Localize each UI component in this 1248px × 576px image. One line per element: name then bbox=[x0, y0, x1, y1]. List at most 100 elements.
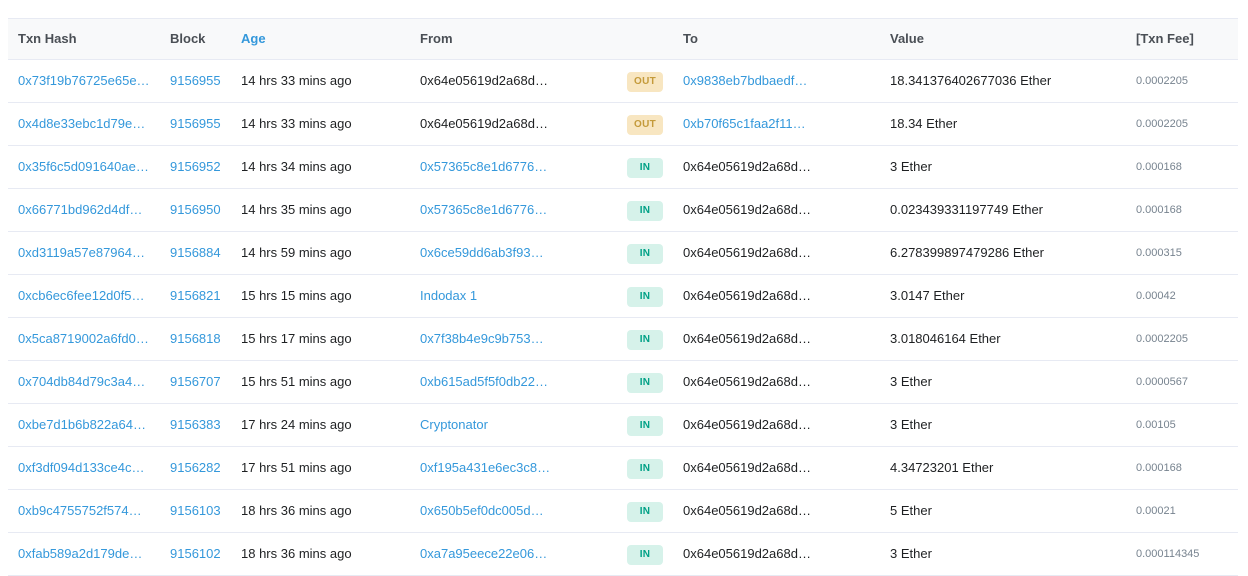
txn-fee-text: 0.000315 bbox=[1136, 247, 1182, 259]
table-row: 0xcb6ec6fee12d0f5… 9156821 15 hrs 15 mins … bbox=[8, 275, 1238, 318]
txn-hash-link[interactable]: 0xfab589a2d179de… bbox=[18, 533, 142, 575]
txn-fee-text: 0.0000567 bbox=[1136, 376, 1188, 388]
to-address: 0x64e05619d2a68d… bbox=[683, 288, 811, 303]
txn-hash-link[interactable]: 0x66771bd962d4df… bbox=[18, 189, 142, 231]
txn-fee-text: 0.000168 bbox=[1136, 161, 1182, 173]
txn-hash-link[interactable]: 0xb9c4755752f574… bbox=[18, 490, 142, 532]
age-text: 15 hrs 17 mins ago bbox=[241, 331, 352, 346]
table-row: 0xbe7d1b6b822a64… 9156383 17 hrs 24 mins a… bbox=[8, 404, 1238, 447]
header-age-toggle[interactable]: Age bbox=[241, 19, 266, 59]
txn-fee-text: 0.000114345 bbox=[1136, 548, 1200, 560]
direction-badge: IN bbox=[627, 416, 663, 436]
txn-hash-link[interactable]: 0xd3119a57e87964… bbox=[18, 232, 145, 274]
table-row: 0xf3df094d133ce4c… 9156282 17 hrs 51 mins … bbox=[8, 447, 1238, 490]
age-text: 18 hrs 36 mins ago bbox=[241, 546, 352, 561]
to-address: 0x64e05619d2a68d… bbox=[683, 159, 811, 174]
txn-fee-text: 0.000168 bbox=[1136, 462, 1182, 474]
block-link[interactable]: 9156103 bbox=[170, 490, 221, 532]
direction-badge: IN bbox=[627, 459, 663, 479]
to-address: 0x64e05619d2a68d… bbox=[683, 202, 811, 217]
value-text: 3 Ether bbox=[890, 546, 932, 561]
header-from: From bbox=[420, 31, 453, 46]
from-address: 0x64e05619d2a68d… bbox=[420, 116, 548, 131]
block-link[interactable]: 9156950 bbox=[170, 189, 221, 231]
block-link[interactable]: 9156102 bbox=[170, 533, 221, 575]
txn-fee-text: 0.00021 bbox=[1136, 505, 1176, 517]
to-address: 0x64e05619d2a68d… bbox=[683, 374, 811, 389]
table-row: 0xd3119a57e87964… 9156884 14 hrs 59 mins a… bbox=[8, 232, 1238, 275]
from-address-link[interactable]: 0xb615ad5f5f0db22… bbox=[420, 361, 548, 403]
txn-hash-link[interactable]: 0xbe7d1b6b822a64… bbox=[18, 404, 146, 446]
value-text: 6.278399897479286 Ether bbox=[890, 245, 1044, 260]
direction-badge: IN bbox=[627, 373, 663, 393]
from-address-link[interactable]: Indodax 1 bbox=[420, 275, 477, 317]
age-text: 15 hrs 51 mins ago bbox=[241, 374, 352, 389]
block-link[interactable]: 9156821 bbox=[170, 275, 221, 317]
from-address-link[interactable]: 0xf195a431e6ec3c8… bbox=[420, 447, 550, 489]
age-text: 14 hrs 59 mins ago bbox=[241, 245, 352, 260]
from-address-link[interactable]: 0x650b5ef0dc005d… bbox=[420, 490, 544, 532]
value-text: 3 Ether bbox=[890, 417, 932, 432]
block-link[interactable]: 9156952 bbox=[170, 146, 221, 188]
table-row: 0x4d8e33ebc1d79e… 9156955 14 hrs 33 mins a… bbox=[8, 103, 1238, 146]
table-row: 0x35f6c5d091640ae… 9156952 14 hrs 34 mins … bbox=[8, 146, 1238, 189]
to-address-link[interactable]: 0x9838eb7bdbaedf… bbox=[683, 60, 807, 102]
txn-hash-link[interactable]: 0x704db84d79c3a4… bbox=[18, 361, 145, 403]
txn-hash-link[interactable]: 0xf3df094d133ce4c… bbox=[18, 447, 144, 489]
to-address: 0x64e05619d2a68d… bbox=[683, 331, 811, 346]
txn-fee-text: 0.000168 bbox=[1136, 204, 1182, 216]
value-text: 5 Ether bbox=[890, 503, 932, 518]
block-link[interactable]: 9156955 bbox=[170, 60, 221, 102]
value-text: 3 Ether bbox=[890, 159, 932, 174]
txn-hash-link[interactable]: 0x5ca8719002a6fd0… bbox=[18, 318, 149, 360]
header-value: Value bbox=[890, 31, 924, 46]
from-address-link[interactable]: 0x7f38b4e9c9b753… bbox=[420, 318, 544, 360]
header-txn-fee: [Txn Fee] bbox=[1136, 31, 1194, 46]
txn-fee-text: 0.0002205 bbox=[1136, 118, 1188, 130]
header-block: Block bbox=[170, 31, 206, 46]
direction-badge: OUT bbox=[627, 72, 663, 92]
value-text: 18.341376402677036 Ether bbox=[890, 73, 1052, 88]
from-address-link[interactable]: 0x57365c8e1d6776… bbox=[420, 146, 547, 188]
block-link[interactable]: 9156707 bbox=[170, 361, 221, 403]
to-address: 0x64e05619d2a68d… bbox=[683, 460, 811, 475]
block-link[interactable]: 9156818 bbox=[170, 318, 221, 360]
direction-badge: OUT bbox=[627, 115, 663, 135]
direction-badge: IN bbox=[627, 502, 663, 522]
transactions-table: Txn Hash Block Age From To Value [Txn Fe… bbox=[8, 18, 1238, 576]
age-text: 14 hrs 33 mins ago bbox=[241, 116, 352, 131]
txn-hash-link[interactable]: 0x73f19b76725e65e… bbox=[18, 60, 150, 102]
txn-fee-text: 0.0002205 bbox=[1136, 75, 1188, 87]
to-address: 0x64e05619d2a68d… bbox=[683, 245, 811, 260]
block-link[interactable]: 9156884 bbox=[170, 232, 221, 274]
txn-fee-text: 0.00042 bbox=[1136, 290, 1176, 302]
header-txn-hash: Txn Hash bbox=[18, 31, 77, 46]
table-row: 0x704db84d79c3a4… 9156707 15 hrs 51 mins a… bbox=[8, 361, 1238, 404]
txn-fee-text: 0.0002205 bbox=[1136, 333, 1188, 345]
value-text: 18.34 Ether bbox=[890, 116, 958, 131]
table-row: 0xfab589a2d179de… 9156102 18 hrs 36 mins a… bbox=[8, 533, 1238, 576]
txn-hash-link[interactable]: 0xcb6ec6fee12d0f5… bbox=[18, 275, 144, 317]
value-text: 3.018046164 Ether bbox=[890, 331, 1001, 346]
txn-hash-link[interactable]: 0x4d8e33ebc1d79e… bbox=[18, 103, 145, 145]
to-address-link[interactable]: 0xb70f65c1faa2f11… bbox=[683, 103, 806, 145]
table-header: Txn Hash Block Age From To Value [Txn Fe… bbox=[8, 19, 1238, 60]
direction-badge: IN bbox=[627, 244, 663, 264]
value-text: 3.0147 Ether bbox=[890, 288, 965, 303]
txn-hash-link[interactable]: 0x35f6c5d091640ae… bbox=[18, 146, 149, 188]
from-address-link[interactable]: 0x6ce59dd6ab3f93… bbox=[420, 232, 544, 274]
from-address-link[interactable]: 0xa7a95eece22e06… bbox=[420, 533, 547, 575]
age-text: 17 hrs 24 mins ago bbox=[241, 417, 352, 432]
block-link[interactable]: 9156383 bbox=[170, 404, 221, 446]
value-text: 4.34723201 Ether bbox=[890, 460, 994, 475]
block-link[interactable]: 9156955 bbox=[170, 103, 221, 145]
table-body: 0x73f19b76725e65e… 9156955 14 hrs 33 mins … bbox=[8, 60, 1238, 576]
from-address-link[interactable]: 0x57365c8e1d6776… bbox=[420, 189, 547, 231]
to-address: 0x64e05619d2a68d… bbox=[683, 546, 811, 561]
from-address: 0x64e05619d2a68d… bbox=[420, 73, 548, 88]
block-link[interactable]: 9156282 bbox=[170, 447, 221, 489]
value-text: 0.023439331197749 Ether bbox=[890, 202, 1044, 217]
txn-fee-text: 0.00105 bbox=[1136, 419, 1176, 431]
table-row: 0xb9c4755752f574… 9156103 18 hrs 36 mins a… bbox=[8, 490, 1238, 533]
from-address-link[interactable]: Cryptonator bbox=[420, 404, 488, 446]
